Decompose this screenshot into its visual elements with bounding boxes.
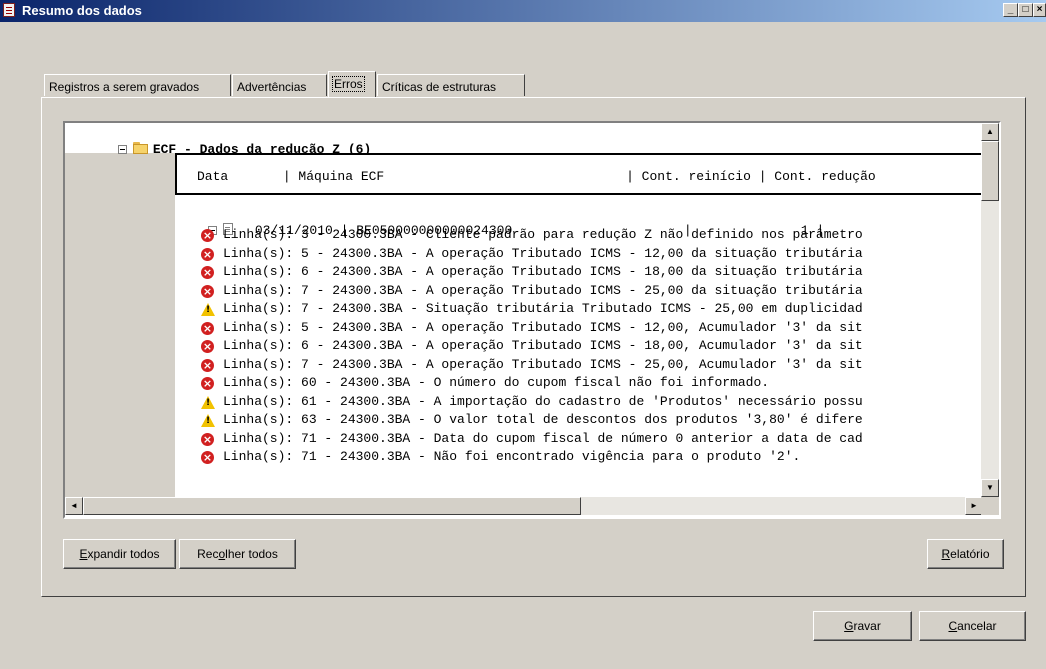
tab-label: Registros a serem gravados [49,80,200,94]
tab-label: Erros [332,76,365,92]
error-icon: × [201,266,214,279]
button-label-prefix: Rec [197,547,219,561]
error-icon: × [201,377,214,390]
accelerator-key: C [948,619,958,633]
message-item[interactable]: × Linha(s): 71 - 24300.3BA - Data do cupo… [201,431,863,450]
message-text: Linha(s): 71 - 24300.3BA - Data do cupom… [223,430,863,446]
tree-root-node[interactable]: ECF - Dados da redução Z (6) [71,127,371,157]
message-text: Linha(s): 61 - 24300.3BA - A importação … [223,393,863,409]
minimize-button[interactable]: _ [1003,3,1018,17]
app-icon [3,3,15,17]
vertical-scrollbar[interactable]: ▲ ▼ [981,123,999,497]
warning-icon [201,303,215,316]
vertical-scroll-thumb[interactable] [981,141,999,201]
message-list: × Linha(s): 3 - 24300.3BA - Cliente padrã… [201,227,863,468]
error-icon: × [201,229,214,242]
tab-registros[interactable]: Registros a serem gravados [44,74,231,96]
tab-erros[interactable]: Erros [328,71,376,97]
message-text: Linha(s): 6 - 24300.3BA - A operação Tri… [223,338,863,353]
message-item[interactable]: Linha(s): 63 - 24300.3BA - O valor total… [201,412,863,431]
error-icon: × [201,340,214,353]
message-text: Linha(s): 71 - 24300.3BA - Não foi encon… [223,449,801,464]
accelerator-key: G [844,619,854,633]
message-item[interactable]: × Linha(s): 6 - 24300.3BA - A operação Tr… [201,264,863,283]
message-item[interactable]: × Linha(s): 5 - 24300.3BA - A operação Tr… [201,246,863,265]
close-button[interactable]: × [1033,3,1046,17]
report-button[interactable]: Relatório [927,539,1004,569]
column-header-row: Data | Máquina ECF | Cont. reinício | Co… [197,169,876,184]
tab-label: Advertências [237,80,307,94]
tab-label: Críticas de estruturas [382,80,497,94]
message-text: Linha(s): 5 - 24300.3BA - A operação Tri… [223,319,863,335]
record-row[interactable]: 03/11/2010 | BE050000000000024300 | 1 | [161,208,824,238]
collapse-all-button[interactable]: Recolher todos [179,539,296,569]
scroll-left-arrow-icon[interactable]: ◄ [65,497,83,515]
cancel-button[interactable]: Cancelar [919,611,1026,641]
error-icon: × [201,284,214,298]
message-text: Linha(s): 63 - 24300.3BA - O valor total… [223,412,863,427]
scroll-down-arrow-icon[interactable]: ▼ [981,479,999,497]
button-label: elatório [950,547,990,561]
button-label: ancelar [957,619,997,633]
error-icon: × [201,321,214,335]
message-text: Linha(s): 3 - 24300.3BA - Cliente padrão… [223,227,863,242]
folder-icon [132,142,149,154]
button-label: xpandir todos [87,547,160,561]
error-icon: × [201,247,214,261]
tree-viewport: ECF - Dados da redução Z (6) Data | Máqu… [65,123,983,497]
column-header-box: Data | Máquina ECF | Cont. reinício | Co… [175,153,983,195]
message-text: Linha(s): 7 - 24300.3BA - A operação Tri… [223,356,863,372]
error-icon: × [201,451,214,464]
horizontal-scroll-thumb[interactable] [83,497,581,515]
indent-gutter [65,153,175,497]
results-tree[interactable]: ECF - Dados da redução Z (6) Data | Máqu… [63,121,1001,519]
message-text: Linha(s): 7 - 24300.3BA - Situação tribu… [223,301,863,316]
error-icon: × [201,358,214,372]
message-text: Linha(s): 7 - 24300.3BA - A operação Tri… [223,282,863,298]
message-item[interactable]: Linha(s): 7 - 24300.3BA - Situação tribu… [201,301,863,320]
message-item[interactable]: × Linha(s): 6 - 24300.3BA - A operação Tr… [201,338,863,357]
scroll-up-arrow-icon[interactable]: ▲ [981,123,999,141]
message-item[interactable]: × Linha(s): 7 - 24300.3BA - A operação Tr… [201,283,863,302]
button-label: lher todos [225,547,278,561]
button-label: ravar [853,619,881,633]
message-item[interactable]: Linha(s): 61 - 24300.3BA - A importação … [201,394,863,413]
message-item[interactable]: × Linha(s): 7 - 24300.3BA - A operação Tr… [201,357,863,376]
message-item[interactable]: × Linha(s): 60 - 24300.3BA - O número do … [201,375,863,394]
maximize-button[interactable]: □ [1018,3,1033,17]
message-text: Linha(s): 6 - 24300.3BA - A operação Tri… [223,264,863,279]
error-icon: × [201,432,214,446]
scroll-corner [981,497,999,515]
warning-icon [201,395,215,409]
save-button[interactable]: Gravar [813,611,912,641]
tab-criticas[interactable]: Críticas de estruturas [377,74,525,96]
expand-all-button[interactable]: Expandir todos [63,539,176,569]
collapse-icon[interactable] [117,145,127,154]
window-title-bar[interactable]: Resumo dos dados _ □ × [0,0,1046,22]
accelerator-key: R [941,547,951,561]
message-item[interactable]: × Linha(s): 3 - 24300.3BA - Cliente padrã… [201,227,863,246]
message-text: Linha(s): 5 - 24300.3BA - A operação Tri… [223,245,863,261]
window-title: Resumo dos dados [22,3,142,18]
message-text: Linha(s): 60 - 24300.3BA - O número do c… [223,375,770,390]
tab-advertencias[interactable]: Advertências [232,74,327,96]
message-item[interactable]: × Linha(s): 5 - 24300.3BA - A operação Tr… [201,320,863,339]
horizontal-scrollbar[interactable]: ◄ ► [65,497,983,515]
warning-icon [201,414,215,427]
message-item[interactable]: × Linha(s): 71 - 24300.3BA - Não foi enco… [201,449,863,468]
